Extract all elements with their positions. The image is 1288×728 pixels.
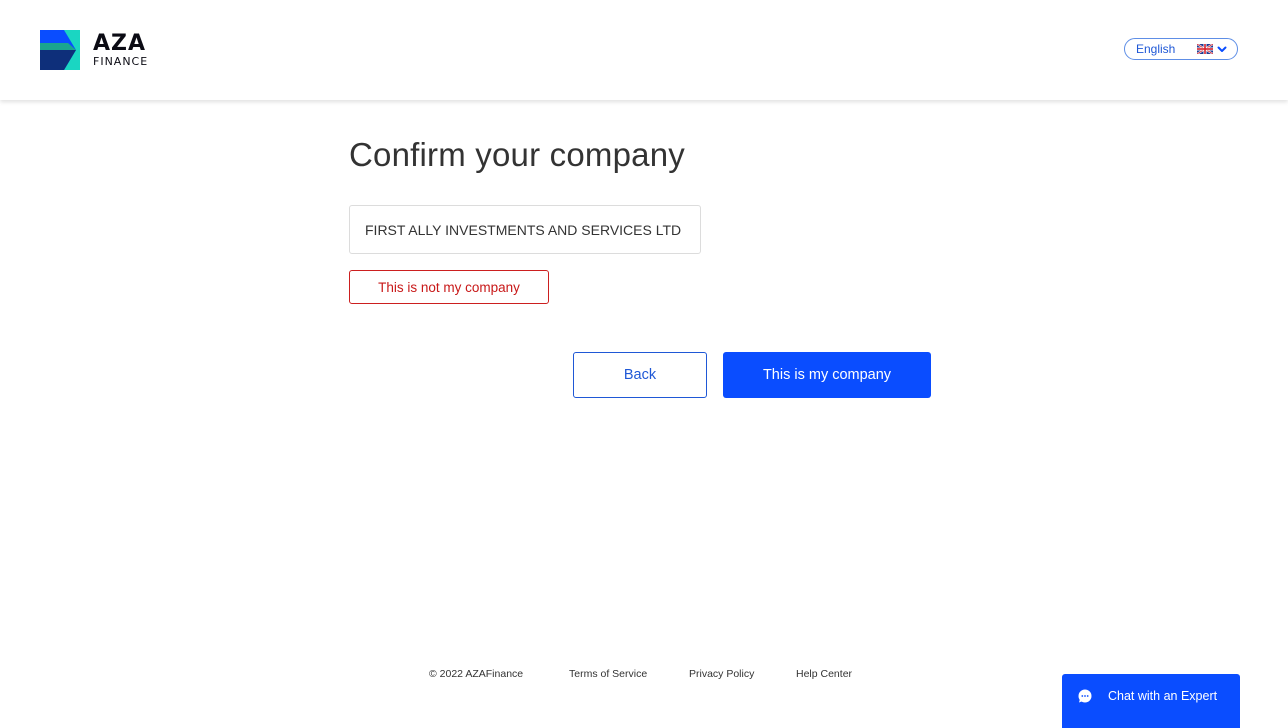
chat-label: Chat with an Expert: [1108, 689, 1218, 703]
uk-flag-icon: [1197, 44, 1213, 54]
footer-link-privacy[interactable]: Privacy Policy: [689, 668, 754, 680]
language-selector[interactable]: English: [1124, 38, 1238, 60]
company-name-display: FIRST ALLY INVESTMENTS AND SERVICES LTD: [349, 205, 701, 254]
chat-bubble-icon: [1078, 689, 1092, 703]
confirm-company-button[interactable]: This is my company: [723, 352, 931, 398]
site-header: AZA FINANCE English: [0, 0, 1288, 100]
logo-primary-text: AZA: [93, 31, 147, 56]
language-label: English: [1136, 42, 1176, 56]
chevron-down-icon: [1217, 46, 1227, 52]
back-button[interactable]: Back: [573, 352, 707, 398]
footer-link-help[interactable]: Help Center: [796, 668, 852, 680]
page-title: Confirm your company: [349, 136, 685, 173]
not-my-company-button[interactable]: This is not my company: [349, 270, 549, 304]
footer-link-terms[interactable]: Terms of Service: [569, 668, 647, 680]
logo-wordmark: AZA FINANCE: [93, 32, 148, 68]
aza-finance-logo[interactable]: AZA FINANCE: [40, 30, 148, 70]
logo-secondary-text: FINANCE: [93, 55, 149, 68]
footer-copyright: © 2022 AZAFinance: [429, 668, 524, 680]
chat-with-expert-button[interactable]: Chat with an Expert: [1062, 674, 1240, 728]
aza-logo-mark-icon: [40, 30, 80, 70]
